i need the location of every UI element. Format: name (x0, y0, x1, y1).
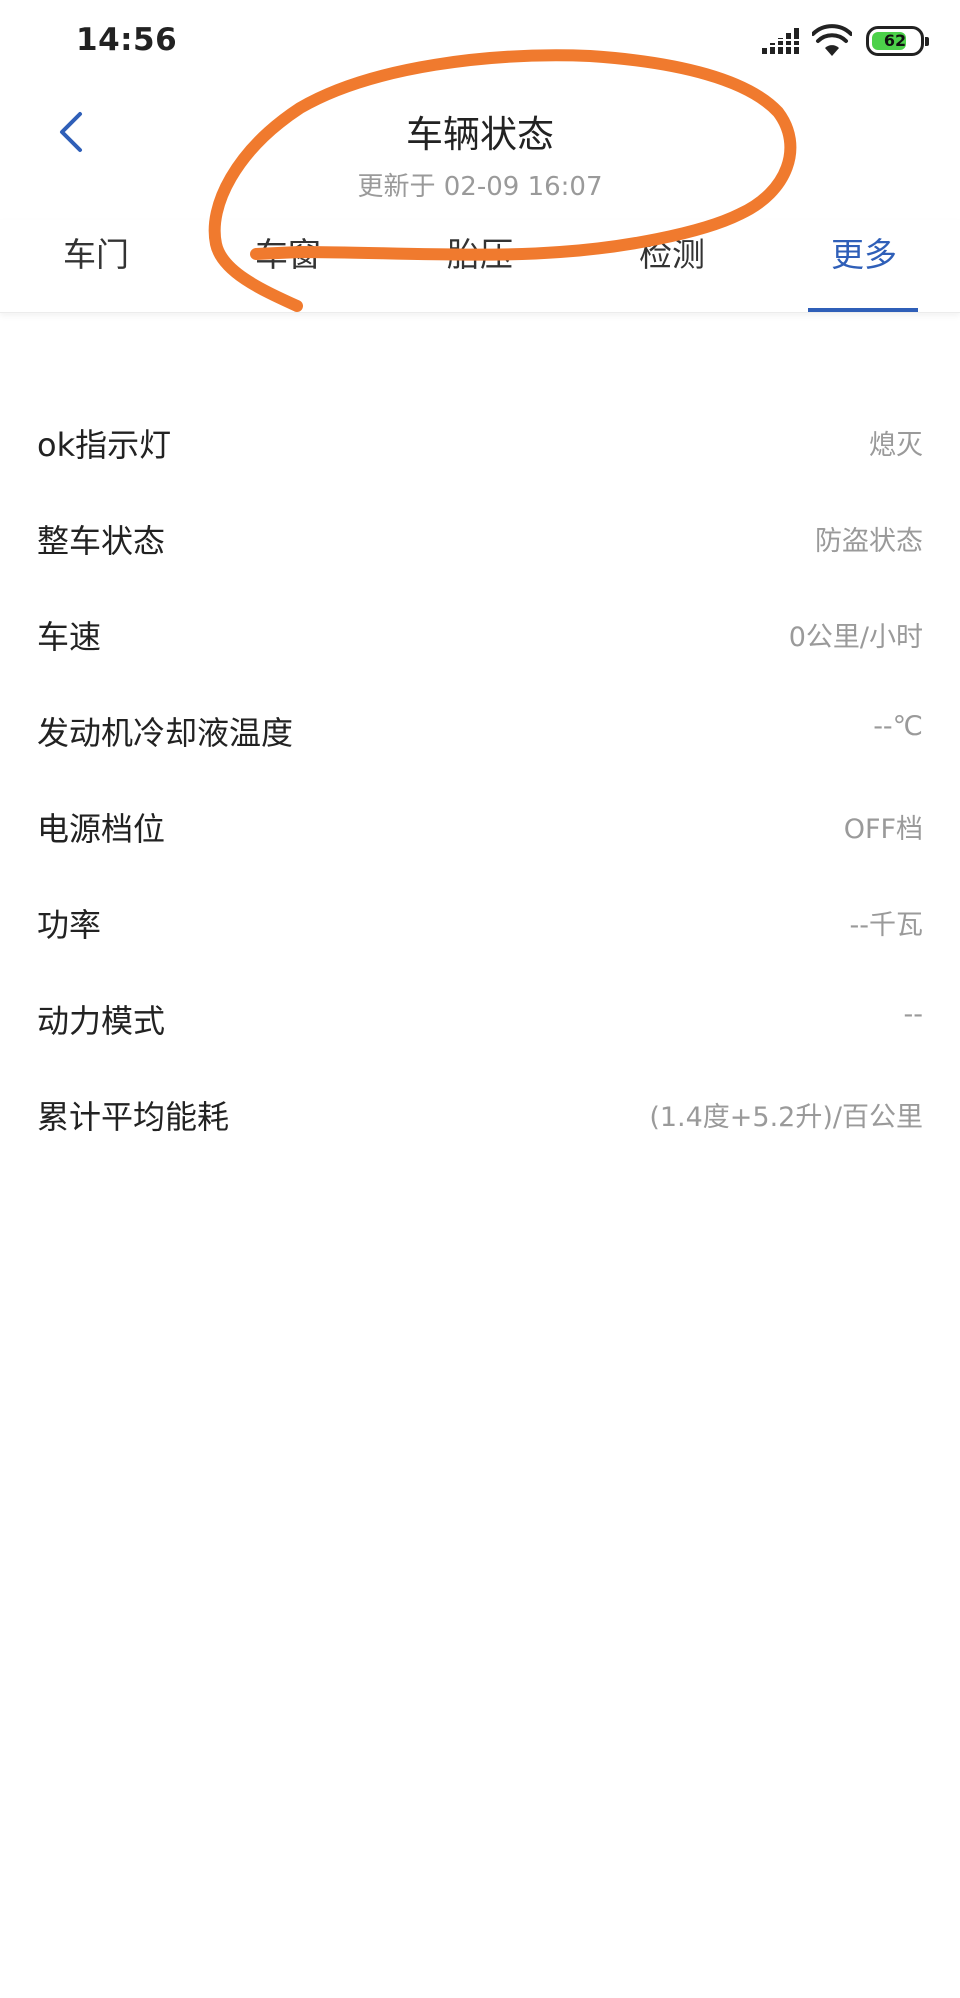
page-title: 车辆状态 (406, 113, 554, 156)
item-label: 动力模式 (37, 1002, 166, 1040)
tab-inspection[interactable]: 检测 (576, 220, 768, 312)
list-item: ok指示灯 熄灭 (0, 398, 960, 494)
tab-more[interactable]: 更多 (768, 220, 960, 312)
list-item: 电源档位 OFF档 (0, 782, 960, 878)
status-bar: 14:56 62 (0, 0, 960, 84)
tab-tire-pressure[interactable]: 胎压 (384, 220, 576, 312)
tab-windows[interactable]: 车窗 (192, 220, 384, 312)
list-item: 发动机冷却液温度 --℃ (0, 686, 960, 782)
item-label: 累计平均能耗 (37, 1098, 230, 1136)
item-value: --千瓦 (849, 910, 924, 941)
item-label: 功率 (37, 906, 102, 944)
item-value: -- (903, 999, 924, 1030)
tab-doors[interactable]: 车门 (0, 220, 192, 312)
list-item: 车速 0公里/小时 (0, 590, 960, 686)
active-tab-indicator (808, 308, 918, 312)
item-label: 整车状态 (37, 522, 166, 560)
wifi-icon (812, 24, 852, 56)
list-item: 功率 --千瓦 (0, 878, 960, 974)
tab-bar: 车门 车窗 胎压 检测 更多 (0, 220, 960, 313)
signal-icon (762, 28, 800, 54)
item-label: ok指示灯 (37, 426, 172, 464)
item-label: 发动机冷却液温度 (37, 714, 294, 752)
item-value: --℃ (873, 711, 923, 742)
list-item: 动力模式 -- (0, 974, 960, 1070)
item-label: 电源档位 (37, 810, 166, 848)
list-item: 累计平均能耗 (1.4度+5.2升)/百公里 (0, 1070, 960, 1166)
battery-level: 62 (883, 31, 907, 50)
battery-icon: 62 (866, 26, 929, 56)
status-time: 14:56 (76, 22, 178, 58)
item-value: 熄灭 (869, 430, 923, 461)
item-value: 0公里/小时 (788, 622, 923, 653)
last-updated-text: 更新于 02-09 16:07 (357, 172, 603, 202)
status-list: ok指示灯 熄灭 整车状态 防盗状态 车速 0公里/小时 发动机冷却液温度 --… (0, 398, 960, 1166)
item-value: OFF档 (843, 814, 923, 845)
list-item: 整车状态 防盗状态 (0, 494, 960, 590)
item-label: 车速 (37, 618, 102, 656)
item-value: (1.4度+5.2升)/百公里 (649, 1102, 923, 1133)
item-value: 防盗状态 (815, 526, 923, 557)
